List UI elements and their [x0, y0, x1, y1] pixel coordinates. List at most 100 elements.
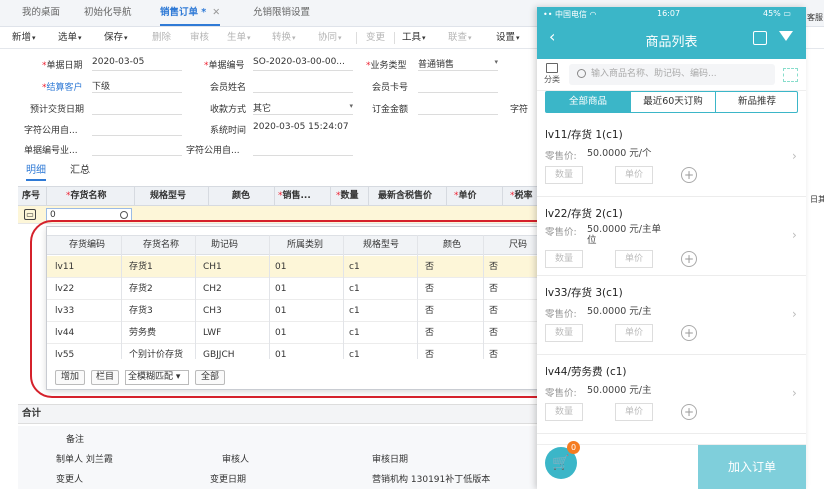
change-button[interactable]: 变更 — [366, 27, 385, 49]
quantity-field[interactable]: 数量 — [545, 250, 583, 268]
item-name-input[interactable]: 0 — [46, 208, 132, 222]
col-unit-price: *单价 — [454, 191, 477, 201]
col-spec: 规格型号 — [150, 191, 187, 201]
settle-customer-label[interactable]: *结算客户 — [42, 80, 83, 93]
order-date-label: *单据日期 — [42, 61, 83, 71]
tab-all-products[interactable]: 全部商品 — [546, 92, 630, 112]
edge-date-label: 日其 — [810, 195, 824, 204]
toolbar-divider — [356, 32, 357, 44]
picker-row[interactable]: lv44 劳务费 LWF 01 c1 否否 — [47, 322, 547, 344]
col-tax-rate: *税率 — [510, 191, 533, 201]
scan-icon[interactable] — [783, 68, 798, 82]
quantity-field[interactable]: 数量 — [545, 403, 583, 421]
item-picker-popup: 存货编码 存货名称 助记码 所属类别 规格型号 颜色 尺码 lv11 存货1 CH1… — [46, 226, 547, 390]
footer-info: 备注 制单人 刘兰霞 审核人 审核日期 变更人 变更日期 营销机构 130191… — [18, 426, 558, 489]
tab-sales-order[interactable]: 销售订单 * ✕ — [160, 0, 221, 26]
price-label: 零售价: — [545, 388, 577, 399]
match-mode-select[interactable]: 全模糊匹配 ▾ — [125, 370, 189, 385]
order-date-field[interactable]: 2020-03-05 — [92, 57, 182, 71]
custom-str2-field[interactable] — [253, 142, 353, 156]
quantity-field[interactable]: 数量 — [545, 324, 583, 342]
system-time-label: 系统时间 — [210, 126, 247, 136]
filter-icon[interactable] — [779, 31, 793, 41]
chevron-right-icon: › — [792, 307, 797, 321]
unit-price-field[interactable]: 单价 — [615, 403, 653, 421]
list-item[interactable]: lv11/存货 1(c1) 零售价: 50.0000 元/个 数量 单价 + › — [537, 119, 806, 197]
plus-icon[interactable]: + — [681, 251, 697, 267]
member-card-field[interactable] — [418, 79, 498, 93]
order-no-field[interactable]: SO-2020-03-00-00... — [253, 57, 353, 71]
picker-row[interactable]: lv55 个别计价存货 GBJJCH 01 c1 否否 — [47, 344, 547, 359]
carrier-label: •• 中国电信 ◠ — [543, 10, 597, 19]
row-edit-icon[interactable]: ▭ — [24, 209, 36, 220]
list-item[interactable]: lv33/存货 3(c1) 零售价: 50.0000 元/主 数量 单价 + › — [537, 277, 806, 355]
plus-icon[interactable]: + — [681, 325, 697, 341]
list-item[interactable]: lv22/存货 2(c1) 零售价: 50.0000 元/主单位 数量 单价 +… — [537, 198, 806, 276]
unit-price-field[interactable]: 单价 — [615, 324, 653, 342]
convert-button[interactable]: 转换▾ — [272, 27, 296, 49]
org-label: 营销机构 130191补丁低版本 — [372, 475, 491, 485]
save-button[interactable]: 保存▾ — [104, 27, 128, 49]
payment-select[interactable]: 其它 ▾ — [253, 101, 353, 115]
tab-sales-limit[interactable]: 允销限销设置 — [253, 0, 310, 26]
tab-desktop[interactable]: 我的桌面 — [22, 0, 60, 26]
unit-price-field[interactable]: 单价 — [615, 250, 653, 268]
list-item[interactable]: lv44/劳务费 (c1) 零售价: 50.0000 元/主 数量 单价 + › — [537, 356, 806, 434]
member-name-field[interactable] — [253, 79, 353, 93]
chevron-right-icon: › — [792, 228, 797, 242]
custom-str-field[interactable] — [92, 122, 182, 136]
picker-all-button[interactable]: 全部 — [195, 370, 225, 385]
settings-button[interactable]: 设置▾ — [496, 27, 520, 49]
delete-button[interactable]: 删除 — [152, 27, 171, 49]
picker-columns-button[interactable]: 栏目 — [91, 370, 119, 385]
plus-icon[interactable]: + — [681, 167, 697, 183]
tab-init-nav[interactable]: 初始化导航 — [84, 0, 132, 26]
biz-type-select[interactable]: 普通销售 ▾ — [418, 57, 498, 71]
deposit-field[interactable] — [418, 101, 498, 115]
close-icon[interactable]: ✕ — [212, 7, 220, 18]
tab-recent-60-days[interactable]: 最近60天订购 — [630, 92, 716, 112]
expected-date-label: 预计交货日期 — [30, 105, 85, 115]
chevron-right-icon: › — [792, 149, 797, 163]
remark-label: 备注 — [66, 435, 85, 445]
deposit-label: 订金金额 — [372, 105, 409, 115]
table-row: ▭ 0 — [18, 206, 558, 224]
tab-new-products[interactable]: 新品推荐 — [716, 92, 798, 112]
list-icon[interactable] — [753, 31, 767, 45]
product-price: 50.0000 元/主单位 — [587, 224, 662, 246]
unit-price-field[interactable]: 单价 — [615, 166, 653, 184]
category-button[interactable]: 分类 — [541, 62, 563, 88]
generate-button[interactable]: 生单▾ — [227, 27, 251, 49]
tools-button[interactable]: 工具▾ — [402, 27, 426, 49]
col-color: 颜色 — [232, 191, 251, 201]
plus-icon[interactable]: + — [681, 404, 697, 420]
order-no-label: *单据编号 — [204, 61, 245, 71]
new-button[interactable]: 新增▾ — [12, 27, 36, 49]
picker-row[interactable]: lv33 存货3 CH3 01 c1 否否 — [47, 300, 547, 322]
tab-summary[interactable]: 汇总 — [70, 161, 90, 176]
chevron-down-icon: ▾ — [494, 58, 498, 66]
customer-service-link[interactable]: 客服 — [807, 12, 823, 23]
picker-row[interactable]: lv11 存货1 CH1 01 c1 否否 — [47, 256, 547, 278]
picker-add-button[interactable]: 增加 — [55, 370, 85, 385]
doc-no-biz-field[interactable] — [92, 142, 182, 156]
tab-detail[interactable]: 明细 — [26, 161, 46, 181]
audit-button[interactable]: 审核 — [190, 27, 209, 49]
expected-date-field[interactable] — [92, 101, 182, 115]
col-latest-price: 最新含税售价 — [378, 191, 433, 201]
picker-col-spec: 规格型号 — [363, 240, 400, 250]
custom-str3-label: 字符 — [510, 105, 529, 115]
select-button[interactable]: 选单▾ — [58, 27, 82, 49]
search-input[interactable]: 输入商品名称、助记码、编码... — [569, 64, 775, 85]
settle-customer-field[interactable]: 下级 — [92, 79, 182, 93]
quantity-field[interactable]: 数量 — [545, 166, 583, 184]
price-label: 零售价: — [545, 151, 577, 162]
add-to-order-button[interactable]: 加入订单 — [698, 445, 806, 489]
auditor-label: 审核人 — [222, 455, 250, 465]
collab-button[interactable]: 协同▾ — [318, 27, 342, 49]
search-icon[interactable] — [120, 211, 128, 219]
picker-row[interactable]: lv22 存货2 CH2 01 c1 否否 — [47, 278, 547, 300]
picker-header: 存货编码 存货名称 助记码 所属类别 规格型号 颜色 尺码 — [47, 235, 547, 255]
query-button[interactable]: 联查▾ — [448, 27, 472, 49]
maker-label: 制单人 刘兰霞 — [56, 455, 113, 465]
